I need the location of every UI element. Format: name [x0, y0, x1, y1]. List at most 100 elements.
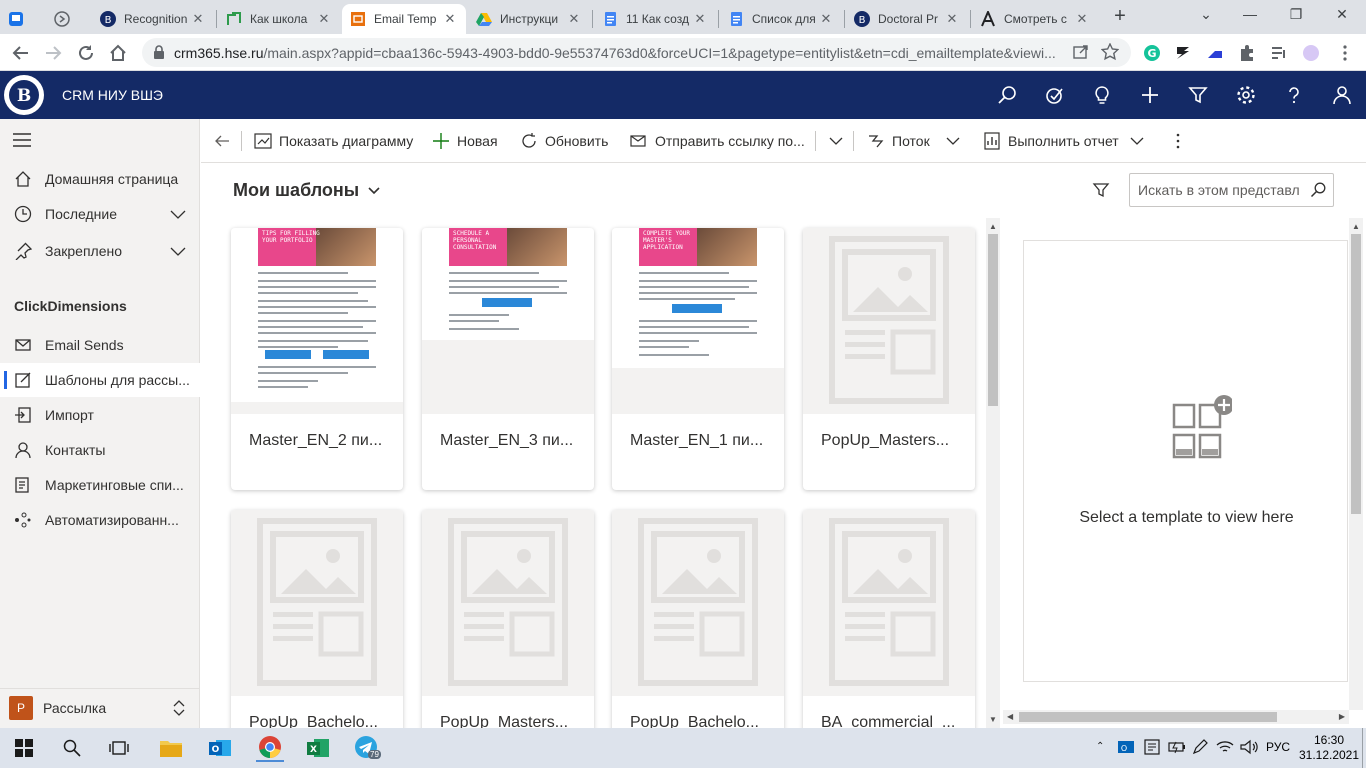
- settings-gear-icon[interactable]: [1234, 83, 1258, 107]
- extensions-puzzle-icon[interactable]: [1236, 42, 1258, 64]
- more-send-options[interactable]: [827, 130, 852, 152]
- extension-flag-icon[interactable]: [1204, 42, 1226, 64]
- nav-item-recent[interactable]: Последние: [0, 197, 200, 231]
- reload-icon[interactable]: [75, 42, 97, 64]
- telegram-icon[interactable]: 79: [354, 734, 382, 762]
- browser-tab[interactable]: В Doctoral Pr ✕: [846, 4, 968, 34]
- new-tab-button[interactable]: +: [1109, 6, 1131, 28]
- outlook-tray-icon[interactable]: O: [1118, 739, 1134, 755]
- volume-icon[interactable]: [1240, 739, 1258, 755]
- show-chart-button[interactable]: Показать диаграмму: [254, 130, 413, 152]
- help-icon[interactable]: [1282, 83, 1306, 107]
- show-desktop-button[interactable]: [1362, 728, 1366, 768]
- area-switcher[interactable]: Р Рассылка: [0, 688, 200, 726]
- close-icon[interactable]: ✕: [818, 11, 834, 27]
- search-icon[interactable]: [995, 83, 1019, 107]
- forward-icon[interactable]: [42, 42, 64, 64]
- tab-search-button[interactable]: [0, 4, 42, 34]
- extension-stack-icon[interactable]: [1172, 42, 1194, 64]
- filter-icon[interactable]: [1186, 83, 1210, 107]
- tab-collapse-button[interactable]: [46, 4, 86, 34]
- home-icon[interactable]: [107, 42, 129, 64]
- refresh-button[interactable]: Обновить: [520, 130, 608, 152]
- template-card[interactable]: PopUp_Bachelo...: [612, 510, 784, 728]
- back-icon[interactable]: [10, 42, 32, 64]
- task-check-icon[interactable]: [1042, 83, 1066, 107]
- close-icon[interactable]: ✕: [566, 11, 582, 27]
- template-card[interactable]: PopUp_Masters...: [803, 228, 975, 490]
- search-icon[interactable]: [1303, 182, 1333, 198]
- template-card[interactable]: PopUp_Bachelo...: [231, 510, 403, 728]
- show-hidden-icons-icon[interactable]: ⌃: [1096, 741, 1104, 752]
- gallery-scrollbar[interactable]: ▲ ▼: [986, 218, 1000, 728]
- scroll-left-icon[interactable]: ◀: [1007, 712, 1013, 721]
- filter-icon[interactable]: [1092, 181, 1110, 199]
- pen-icon[interactable]: [1192, 739, 1208, 755]
- minimize-icon[interactable]: —: [1238, 6, 1262, 26]
- system-clock[interactable]: 16:30 31.12.2021: [1296, 733, 1362, 763]
- template-card[interactable]: SCHEDULE A PERSONAL CONSULTATION Master_…: [422, 228, 594, 490]
- browser-tab[interactable]: Список для ✕: [720, 4, 842, 34]
- nav-item-contacts[interactable]: Контакты: [0, 433, 200, 467]
- flow-button[interactable]: Поток: [867, 130, 930, 152]
- reading-list-icon[interactable]: [1268, 42, 1290, 64]
- browser-tab[interactable]: Как школа ✕: [218, 4, 340, 34]
- share-icon[interactable]: [1073, 44, 1089, 60]
- close-icon[interactable]: ✕: [692, 11, 708, 27]
- nav-item-automation[interactable]: Автоматизированн...: [0, 503, 200, 537]
- hamburger-icon[interactable]: [13, 133, 31, 147]
- input-language[interactable]: РУС: [1266, 740, 1290, 754]
- restore-icon[interactable]: ❐: [1284, 6, 1308, 26]
- scroll-down-icon[interactable]: ▼: [989, 715, 997, 724]
- template-card[interactable]: BA_commercial_...: [803, 510, 975, 728]
- more-commands-button[interactable]: [1169, 130, 1194, 152]
- profile-icon[interactable]: [1300, 42, 1322, 64]
- nav-item-pinned[interactable]: Закреплено: [0, 234, 200, 268]
- scroll-up-icon[interactable]: ▲: [989, 222, 997, 231]
- chevron-updown-icon[interactable]: [172, 700, 186, 716]
- browser-tab[interactable]: Смотреть с ✕: [972, 4, 1098, 34]
- window-close-icon[interactable]: ✕: [1330, 6, 1354, 26]
- battery-charging-icon[interactable]: [1168, 739, 1186, 755]
- scrollbar-thumb[interactable]: [1019, 712, 1277, 722]
- grammarly-icon[interactable]: G: [1141, 42, 1163, 64]
- view-selector[interactable]: Мои шаблоны: [233, 180, 381, 201]
- template-card[interactable]: TIPS FOR FILLING YOUR PORTFOLIO Master_E…: [231, 228, 403, 490]
- view-search-input[interactable]: Искать в этом представл: [1129, 173, 1334, 207]
- scrollbar-thumb[interactable]: [988, 234, 998, 406]
- close-icon[interactable]: ✕: [442, 11, 458, 27]
- wifi-icon[interactable]: [1216, 739, 1234, 755]
- chevron-down-icon[interactable]: [170, 206, 186, 222]
- tab-search-dropdown-icon[interactable]: ⌄: [1194, 6, 1218, 26]
- nav-item-email-templates[interactable]: Шаблоны для рассы...: [0, 363, 200, 397]
- address-bar[interactable]: crm365.hse.ru/main.aspx?appid=cbaa136c-5…: [142, 38, 1131, 67]
- browser-menu-icon[interactable]: [1334, 42, 1356, 64]
- browser-tab[interactable]: Инструкци ✕: [468, 4, 590, 34]
- template-card[interactable]: COMPLETE YOUR MASTER'S APPLICATION Maste…: [612, 228, 784, 490]
- close-icon[interactable]: ✕: [1074, 11, 1090, 27]
- nav-item-import[interactable]: Импорт: [0, 398, 200, 432]
- nav-item-home[interactable]: Домашняя страница: [0, 162, 200, 196]
- windows-start-icon[interactable]: [10, 734, 38, 762]
- plus-icon[interactable]: [1138, 83, 1162, 107]
- close-icon[interactable]: ✕: [316, 11, 332, 27]
- close-icon[interactable]: ✕: [190, 11, 206, 27]
- flow-dropdown[interactable]: [944, 130, 969, 152]
- taskbar-search-icon[interactable]: [58, 734, 86, 762]
- user-icon[interactable]: [1330, 83, 1354, 107]
- app-name[interactable]: CRM НИУ ВШЭ: [62, 87, 163, 103]
- browser-tab[interactable]: В Recognition ✕: [92, 4, 214, 34]
- close-icon[interactable]: ✕: [944, 11, 960, 27]
- nav-item-marketing-lists[interactable]: Маркетинговые спи...: [0, 468, 200, 502]
- nav-item-email-sends[interactable]: Email Sends: [0, 328, 200, 362]
- hse-logo-icon[interactable]: В: [4, 75, 44, 115]
- file-explorer-icon[interactable]: [157, 734, 185, 762]
- browser-tab[interactable]: 11 Как созд ✕: [594, 4, 716, 34]
- excel-icon[interactable]: X: [304, 734, 332, 762]
- send-link-button[interactable]: Отправить ссылку по...: [630, 130, 805, 152]
- scroll-up-icon[interactable]: ▲: [1352, 222, 1360, 231]
- tray-app-icon[interactable]: [1144, 739, 1160, 755]
- preview-hscrollbar[interactable]: ◀ ▶: [1003, 710, 1349, 724]
- lightbulb-icon[interactable]: [1090, 83, 1114, 107]
- task-view-icon[interactable]: [105, 734, 133, 762]
